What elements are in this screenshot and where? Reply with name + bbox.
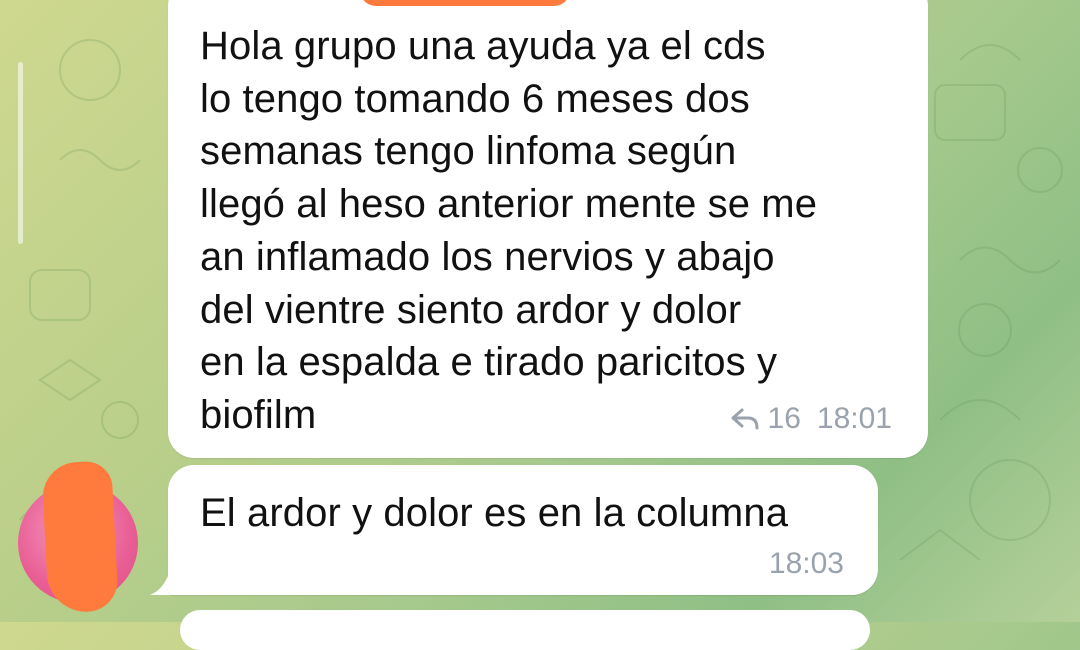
message-text: El ardor y dolor es en la columna: [200, 491, 789, 535]
message-time: 18:01: [816, 402, 892, 435]
scrollbar[interactable]: [18, 62, 23, 244]
redaction-mark: [360, 0, 570, 6]
message-time: 18:03: [768, 547, 844, 580]
message-meta: 16 18:01: [730, 402, 892, 436]
message-text: Hola grupo una ayuda ya el cds lo tengo …: [200, 24, 818, 437]
reply-arrow-icon[interactable]: [730, 407, 760, 431]
message-bubble[interactable]: Hola grupo una ayuda ya el cds lo tengo …: [168, 0, 928, 458]
reply-count[interactable]: 16: [768, 402, 801, 436]
message-bubble[interactable]: El ardor y dolor es en la columna 18:03: [168, 465, 878, 595]
message-bubble-partial[interactable]: [180, 610, 870, 650]
redaction-mark: [41, 460, 119, 614]
message-meta: 18:03: [769, 547, 844, 581]
